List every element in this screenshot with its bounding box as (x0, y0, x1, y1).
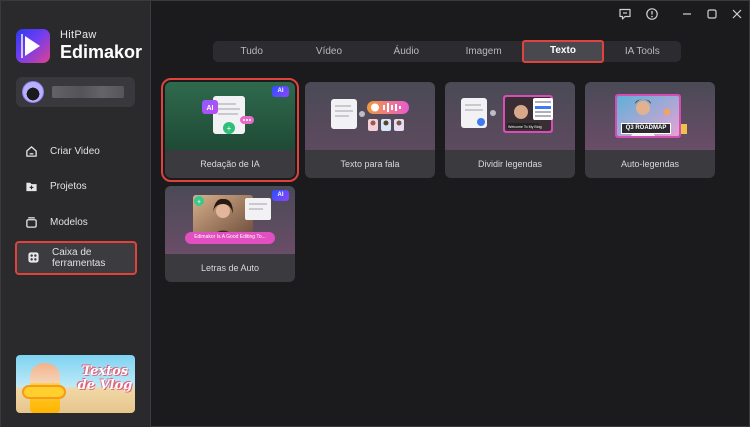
auto-subtitles-thumbnail (585, 82, 715, 150)
brand: HitPaw Edimakor (16, 29, 142, 63)
thumb-caption: Welcome To My Blog (508, 125, 542, 129)
minimize-button[interactable] (680, 7, 694, 21)
promo-float-ring (22, 385, 66, 399)
close-icon (732, 9, 742, 19)
maximize-icon (707, 9, 717, 19)
maximize-button[interactable] (705, 7, 719, 21)
thumb-caption: Edimakor Is A Good Editing To... (194, 234, 266, 240)
tab-texto[interactable]: Texto (522, 40, 604, 63)
tool-card-redacao-de-ia[interactable]: AI + AI Redação de IA (161, 78, 299, 182)
thumb-caption: Q3 ROADMAP (621, 123, 671, 134)
tab-ia-tools[interactable]: IA Tools (604, 41, 681, 62)
brand-company: HitPaw (60, 29, 97, 41)
sidebar: HitPaw Edimakor Criar Video Projetos Mod… (1, 1, 151, 427)
home-icon (26, 145, 37, 157)
brand-product: Edimakor (60, 42, 143, 62)
info-button[interactable] (645, 7, 659, 21)
tool-card-label: Dividir legendas (477, 159, 543, 169)
split-subtitles-thumbnail (445, 82, 575, 150)
close-button[interactable] (730, 7, 744, 21)
promo-text: Textos de Vlog (77, 364, 133, 393)
sidebar-item-criar-video[interactable]: Criar Video (15, 134, 137, 168)
sidebar-nav: Criar Video Projetos Modelos Caixa de fe… (15, 134, 137, 276)
app-window: HitPaw Edimakor Criar Video Projetos Mod… (0, 0, 750, 427)
tab-video[interactable]: Vídeo (290, 41, 367, 62)
svg-text:+: + (197, 199, 201, 206)
tool-card-label: Auto-legendas (620, 159, 680, 169)
toolbox-icon (28, 252, 39, 263)
folder-icon (26, 182, 37, 192)
template-icon (26, 216, 37, 228)
ai-badge: AI (272, 86, 289, 97)
svg-text:AI: AI (207, 105, 214, 112)
sidebar-item-projetos[interactable]: Projetos (15, 170, 137, 204)
sidebar-item-caixa-de-ferramentas[interactable]: Caixa de ferramentas (15, 240, 137, 275)
tool-card-label: Texto para fala (340, 159, 400, 169)
minimize-icon (683, 13, 691, 15)
promo-banner[interactable]: Textos de Vlog (16, 355, 135, 413)
account-name-blurred (52, 86, 124, 98)
sidebar-item-modelos[interactable]: Modelos (15, 205, 137, 239)
tool-card-dividir-legendas[interactable]: Dividir legendas (445, 82, 575, 178)
tool-card-texto-para-fala[interactable]: Texto para fala (305, 82, 435, 178)
sidebar-item-label: Caixa de ferramentas (52, 246, 106, 269)
category-tabs: Tudo Vídeo Áudio Imagem Texto IA Tools (213, 40, 681, 63)
tab-audio[interactable]: Áudio (368, 41, 445, 62)
sidebar-item-label: Projetos (50, 181, 87, 193)
avatar (22, 81, 44, 103)
tool-card-label: Letras de Auto (200, 263, 260, 273)
tab-tudo[interactable]: Tudo (213, 41, 290, 62)
ai-badge: AI (272, 190, 289, 201)
text-to-speech-thumbnail (305, 82, 435, 150)
tool-card-label: Redação de IA (200, 159, 260, 169)
sidebar-item-label: Modelos (50, 216, 88, 228)
sidebar-item-label: Criar Video (50, 145, 100, 157)
feedback-button[interactable] (618, 7, 632, 21)
feedback-icon (619, 8, 631, 20)
edimakor-logo-icon (16, 29, 50, 63)
info-icon (646, 8, 658, 20)
svg-text:+: + (227, 124, 232, 133)
account-button[interactable] (16, 77, 135, 107)
tab-imagem[interactable]: Imagem (445, 41, 522, 62)
